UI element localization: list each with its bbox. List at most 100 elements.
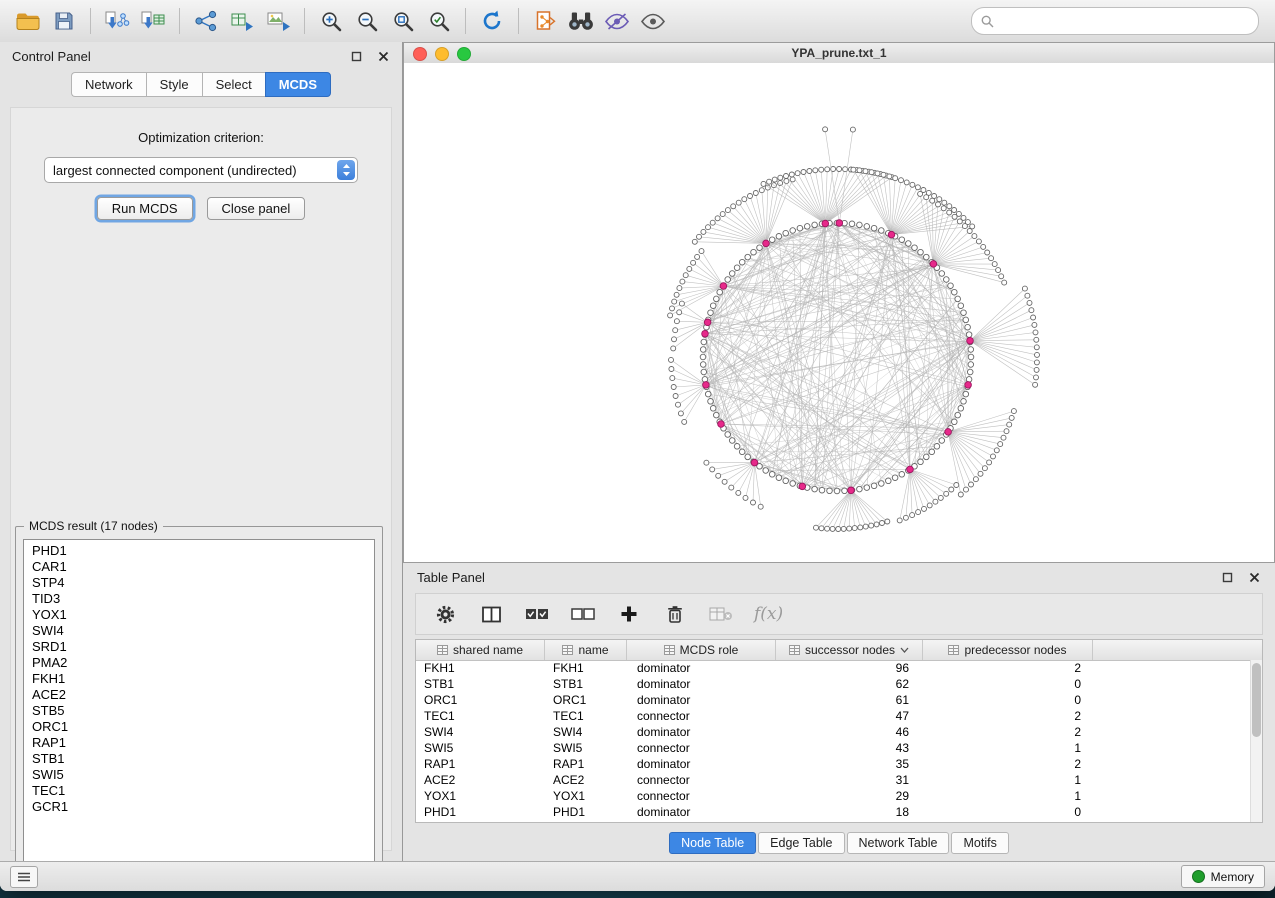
table-cell: 2 — [923, 661, 1093, 675]
status-menu-button[interactable] — [10, 866, 38, 888]
import-network-button[interactable] — [99, 4, 135, 38]
table-panel-tabs: Node Table Edge Table Network Table Moti… — [403, 832, 1275, 854]
deselect-all-rows-button[interactable] — [570, 601, 596, 627]
tab-network[interactable]: Network — [71, 72, 146, 97]
control-panel-title: Control Panel — [12, 49, 91, 64]
mcds-result-item[interactable]: STP4 — [24, 575, 374, 591]
optimization-select[interactable]: largest connected component (undirected) — [44, 157, 358, 183]
mcds-result-item[interactable]: TEC1 — [24, 783, 374, 799]
hide-selected-button[interactable] — [599, 4, 635, 38]
mcds-result-item[interactable]: FKH1 — [24, 671, 374, 687]
table-row[interactable]: ACE2ACE2connector311 — [416, 772, 1251, 788]
export-table-button[interactable] — [224, 4, 260, 38]
table-cell: connector — [627, 773, 776, 787]
column-header-shared-name[interactable]: shared name — [416, 640, 545, 660]
network-window-titlebar[interactable]: YPA_prune.txt_1 — [404, 43, 1274, 64]
delete-table-button[interactable] — [708, 601, 734, 627]
table-row[interactable]: ORC1ORC1dominator610 — [416, 692, 1251, 708]
zoom-fit-icon — [392, 10, 415, 33]
delete-column-button[interactable] — [662, 601, 688, 627]
mcds-result-item[interactable]: SWI4 — [24, 623, 374, 639]
tab-network-table[interactable]: Network Table — [847, 832, 950, 854]
float-panel-button[interactable] — [349, 49, 363, 63]
table-cell: STB1 — [545, 677, 627, 691]
float-table-panel-button[interactable] — [1220, 570, 1234, 584]
mcds-result-item[interactable]: GCR1 — [24, 799, 374, 815]
mcds-result-item[interactable]: SRD1 — [24, 639, 374, 655]
new-network-button[interactable] — [188, 4, 224, 38]
tab-style[interactable]: Style — [146, 72, 202, 97]
table-row[interactable]: STB1STB1dominator620 — [416, 676, 1251, 692]
table-scrollbar[interactable] — [1250, 660, 1262, 822]
import-table-button[interactable] — [135, 4, 171, 38]
node-table-header: shared name name MCDS role successor nod… — [416, 640, 1262, 661]
close-icon — [1249, 572, 1260, 583]
table-row[interactable]: TEC1TEC1connector472 — [416, 708, 1251, 724]
mcds-result-item[interactable]: ACE2 — [24, 687, 374, 703]
zoom-selected-button[interactable] — [421, 4, 457, 38]
share-document-button[interactable] — [527, 4, 563, 38]
tab-node-table[interactable]: Node Table — [669, 832, 756, 854]
tab-mcds[interactable]: MCDS — [265, 72, 331, 97]
table-row[interactable]: PHD1PHD1dominator180 — [416, 804, 1251, 820]
table-cell: 43 — [776, 741, 923, 755]
mcds-result-title: MCDS result (17 nodes) — [24, 519, 163, 533]
mcds-result-item[interactable]: YOX1 — [24, 607, 374, 623]
apply-layout-button[interactable] — [474, 4, 510, 38]
mcds-result-item[interactable]: ORC1 — [24, 719, 374, 735]
mcds-result-item[interactable]: CAR1 — [24, 559, 374, 575]
tab-motifs[interactable]: Motifs — [951, 832, 1008, 854]
close-panel-button[interactable] — [376, 49, 390, 63]
mcds-result-list[interactable]: PHD1CAR1STP4TID3YOX1SWI4SRD1PMA2FKH1ACE2… — [23, 539, 375, 891]
tab-select[interactable]: Select — [202, 72, 265, 97]
zoom-out-button[interactable] — [349, 4, 385, 38]
search-input[interactable] — [999, 13, 1249, 30]
table-row[interactable]: FKH1FKH1dominator962 — [416, 660, 1251, 676]
minimize-window-button[interactable] — [435, 47, 449, 61]
search-field[interactable] — [971, 7, 1259, 35]
show-columns-button[interactable] — [478, 601, 504, 627]
table-cell: dominator — [627, 693, 776, 707]
table-row[interactable]: SWI4SWI4dominator462 — [416, 724, 1251, 740]
open-session-button[interactable] — [10, 4, 46, 38]
tab-edge-table[interactable]: Edge Table — [758, 832, 844, 854]
mcds-result-item[interactable]: PHD1 — [24, 543, 374, 559]
mcds-result-item[interactable]: STB5 — [24, 703, 374, 719]
select-all-rows-button[interactable] — [524, 601, 550, 627]
search-network-button[interactable] — [563, 4, 599, 38]
document-share-icon — [534, 10, 556, 32]
show-all-button[interactable] — [635, 4, 671, 38]
mcds-result-item[interactable]: TID3 — [24, 591, 374, 607]
mcds-result-item[interactable]: PMA2 — [24, 655, 374, 671]
column-header-predecessor-nodes[interactable]: predecessor nodes — [923, 640, 1093, 660]
zoom-in-button[interactable] — [313, 4, 349, 38]
refresh-icon — [480, 9, 504, 33]
column-header-mcds-role[interactable]: MCDS role — [627, 640, 776, 660]
table-row[interactable]: YOX1YOX1connector291 — [416, 788, 1251, 804]
network-graph[interactable] — [404, 63, 1274, 562]
save-session-button[interactable] — [46, 4, 82, 38]
open-folder-icon — [15, 10, 41, 32]
table-row[interactable]: SWI5SWI5connector431 — [416, 740, 1251, 756]
column-label: MCDS role — [680, 643, 739, 657]
close-table-panel-button[interactable] — [1247, 570, 1261, 584]
zoom-fit-button[interactable] — [385, 4, 421, 38]
maximize-window-button[interactable] — [457, 47, 471, 61]
close-window-button[interactable] — [413, 47, 427, 61]
mcds-result-item[interactable]: RAP1 — [24, 735, 374, 751]
table-row[interactable]: RAP1RAP1dominator352 — [416, 756, 1251, 772]
mcds-result-item[interactable]: STB1 — [24, 751, 374, 767]
export-image-button[interactable] — [260, 4, 296, 38]
add-column-button[interactable] — [616, 601, 642, 627]
close-panel-action-button[interactable]: Close panel — [207, 197, 306, 220]
column-header-successor-nodes[interactable]: successor nodes — [776, 640, 923, 660]
mcds-result-item[interactable]: SWI5 — [24, 767, 374, 783]
column-header-name[interactable]: name — [545, 640, 627, 660]
run-mcds-button[interactable]: Run MCDS — [97, 197, 193, 220]
memory-button[interactable]: Memory — [1181, 865, 1265, 888]
table-scrollbar-thumb[interactable] — [1252, 663, 1261, 737]
table-cell: 0 — [923, 693, 1093, 707]
table-settings-button[interactable] — [432, 601, 458, 627]
column-grid-icon — [562, 645, 573, 655]
function-builder-button[interactable]: f(x) — [754, 601, 783, 627]
